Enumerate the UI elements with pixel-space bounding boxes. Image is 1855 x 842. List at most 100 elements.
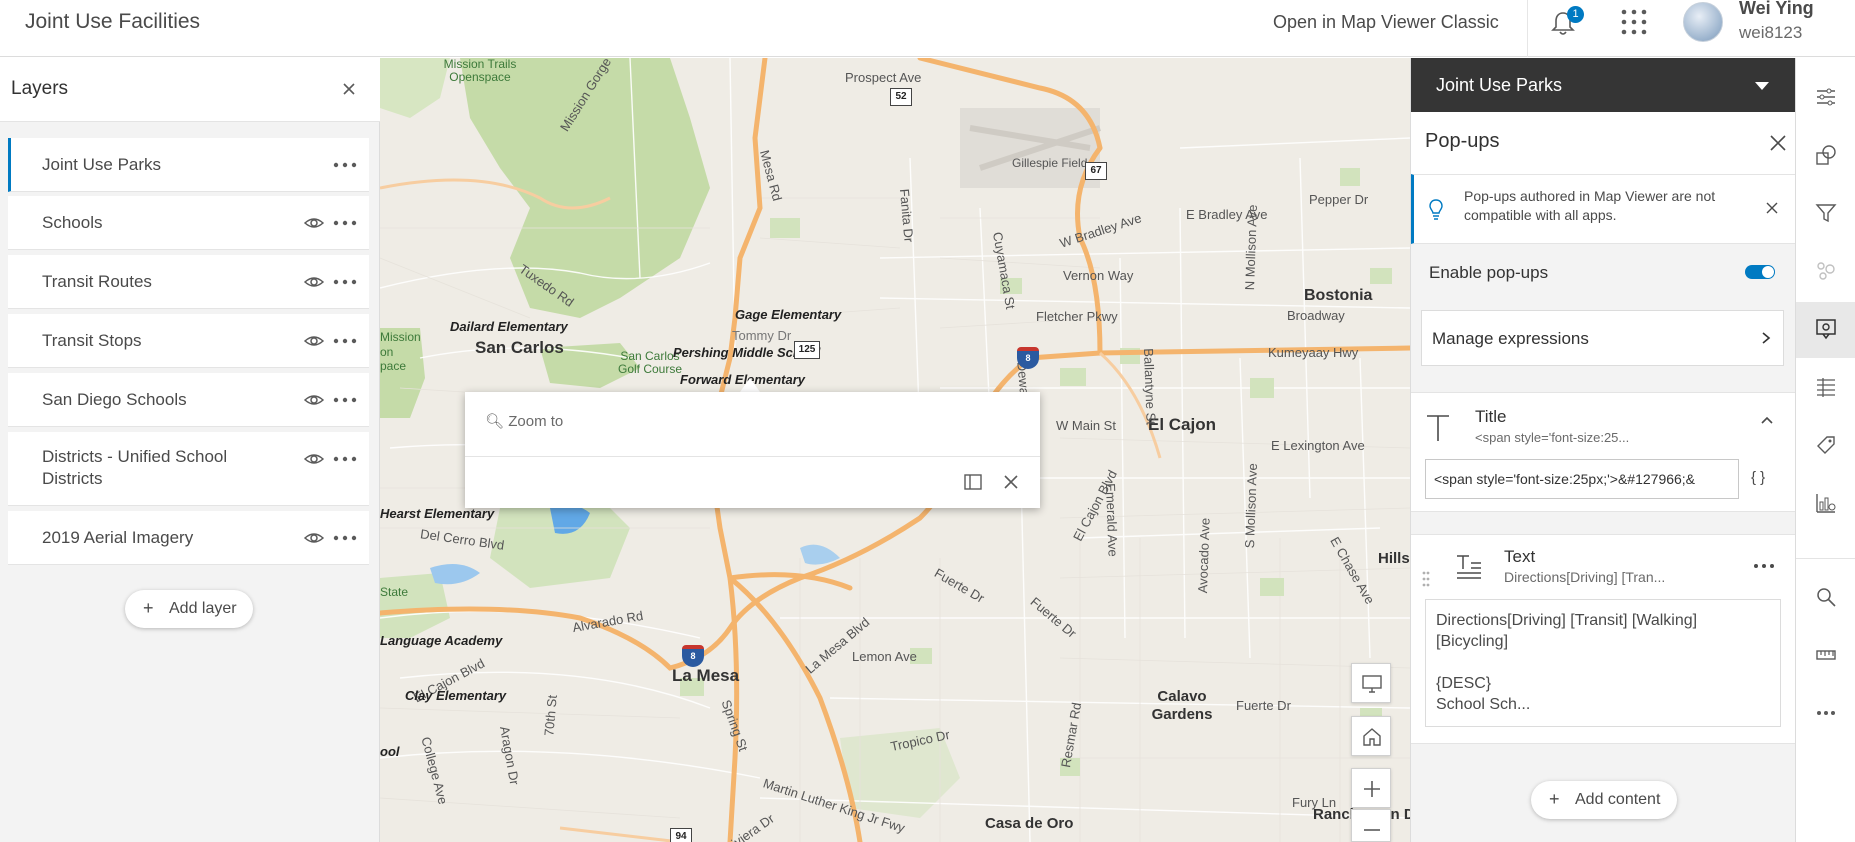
labels-button[interactable] (1796, 418, 1855, 474)
close-icon[interactable] (1765, 201, 1779, 215)
highway-shield: 67 (1085, 162, 1107, 180)
screen-toggle-button[interactable] (1351, 663, 1391, 703)
layer-item-districts[interactable]: Districts - Unified School Districts (8, 432, 369, 506)
text-block-icon (1457, 555, 1481, 579)
charts-button[interactable] (1796, 476, 1855, 532)
user-name: Wei Ying (1739, 0, 1814, 18)
more-tools-button[interactable] (1796, 686, 1855, 742)
highway-shield: 125 (794, 341, 820, 359)
map-label: N Mollison Ave (1242, 204, 1260, 291)
popups-button[interactable] (1796, 302, 1855, 358)
zoom-to-action[interactable]: 🔍︎ Zoom to (485, 412, 563, 430)
text-line: Directions[Driving] [Transit] [Walking] … (1436, 612, 1698, 650)
map-label: Prospect Ave (845, 70, 922, 85)
interstate-shield: 8 (1017, 347, 1039, 369)
eye-icon[interactable] (303, 392, 325, 408)
app-launcher-icon[interactable] (1620, 8, 1648, 36)
app-header: Joint Use Facilities Open in Map Viewer … (0, 0, 1855, 57)
eye-icon[interactable] (303, 451, 325, 467)
map-label: San Carlos (475, 338, 564, 357)
properties-button[interactable] (1796, 70, 1855, 126)
map-label: Vernon Way (1063, 268, 1134, 283)
layer-label: Districts - Unified School Districts (42, 447, 228, 488)
layer-selector-dropdown[interactable]: Joint Use Parks (1411, 58, 1796, 112)
open-classic-link[interactable]: Open in Map Viewer Classic (1273, 12, 1499, 33)
add-layer-button[interactable]: + Add layer (125, 590, 253, 628)
more-options-icon[interactable] (332, 454, 358, 464)
map-label: Calavo Gardens (1151, 688, 1213, 723)
eye-icon[interactable] (303, 215, 325, 231)
home-button[interactable] (1351, 716, 1391, 756)
enable-popups-toggle[interactable] (1745, 265, 1775, 279)
highway-shield: 94 (670, 828, 692, 842)
eye-icon[interactable] (303, 274, 325, 290)
close-icon[interactable] (338, 78, 360, 100)
layer-item-joint-use-parks[interactable]: Joint Use Parks (8, 138, 369, 192)
eye-icon[interactable] (303, 333, 325, 349)
chevron-up-icon[interactable] (1760, 415, 1774, 425)
manage-expressions-button[interactable]: Manage expressions (1421, 310, 1784, 366)
caret-down-icon (1755, 82, 1769, 90)
fields-icon (1817, 378, 1835, 397)
map-label: State (380, 585, 409, 599)
add-content-button[interactable]: + Add content (1531, 781, 1677, 819)
styles-button[interactable] (1796, 128, 1855, 184)
more-options-icon[interactable] (332, 218, 358, 228)
dock-icon[interactable] (964, 474, 982, 490)
measure-button[interactable] (1796, 628, 1855, 684)
user-avatar[interactable] (1683, 2, 1723, 42)
header-divider (1527, 0, 1528, 57)
ruler-icon (1816, 650, 1836, 660)
layer-item-aerial-imagery[interactable]: 2019 Aerial Imagery (8, 511, 369, 565)
layer-item-san-diego-schools[interactable]: San Diego Schools (8, 373, 369, 427)
more-options-icon[interactable] (1753, 562, 1775, 570)
filter-button[interactable] (1796, 186, 1855, 242)
map-label: Mission (380, 330, 421, 344)
layer-label: 2019 Aerial Imagery (42, 528, 194, 547)
notification-badge: 1 (1567, 6, 1584, 23)
zoom-out-button[interactable] (1351, 809, 1391, 842)
highway-shield: 52 (890, 88, 912, 106)
map-viewer-app: Joint Use Facilities Open in Map Viewer … (0, 0, 1855, 842)
popup-config-icon (1816, 319, 1836, 340)
more-options-icon[interactable] (332, 277, 358, 287)
drag-handle-icon[interactable] (1421, 569, 1431, 589)
eye-icon[interactable] (303, 530, 325, 546)
layer-label: Transit Routes (42, 272, 152, 291)
map-label: Casa de Oro (985, 815, 1074, 832)
text-content-editor[interactable]: Directions[Driving] [Transit] [Walking] … (1425, 599, 1781, 727)
close-icon[interactable] (1001, 472, 1021, 492)
more-options-icon[interactable] (332, 160, 358, 170)
more-options-icon[interactable] (332, 533, 358, 543)
layer-item-transit-stops[interactable]: Transit Stops (8, 314, 369, 368)
text-line: School Sch... (1436, 696, 1531, 713)
clustering-button[interactable] (1796, 244, 1855, 300)
map-label: Gillespie Field (1012, 156, 1088, 170)
close-icon[interactable] (1768, 133, 1788, 153)
map-label: Gage Elementary (735, 307, 842, 322)
add-content-label: Add content (1575, 791, 1661, 808)
layer-label: Schools (42, 213, 103, 232)
plus-icon: + (143, 598, 154, 618)
selected-layer-label: Joint Use Parks (1436, 75, 1563, 95)
map-label: pace (380, 359, 407, 373)
insert-field-button[interactable]: { } (1751, 469, 1765, 486)
map-label: Pepper Dr (1309, 192, 1369, 207)
more-options-icon[interactable] (332, 395, 358, 405)
popup-pointer (740, 378, 760, 392)
layer-item-transit-routes[interactable]: Transit Routes (8, 255, 369, 309)
zoom-in-button[interactable] (1351, 768, 1391, 808)
map-label: Hearst Elementary (380, 506, 495, 521)
text-summary: Directions[Driving] [Tran... (1504, 569, 1666, 585)
user-id: wei8123 (1739, 23, 1803, 42)
settings-toolbar (1795, 58, 1855, 842)
search-button[interactable] (1796, 570, 1855, 626)
map-label: Tommy Dr (732, 328, 792, 343)
layers-panel: Layers Joint Use Parks Schools Transit R… (0, 58, 380, 842)
layer-item-schools[interactable]: Schools (8, 196, 369, 250)
title-input[interactable]: <span style='font-size:25px;'>&#127966;& (1425, 459, 1739, 499)
fields-button[interactable] (1796, 360, 1855, 416)
more-options-icon[interactable] (332, 336, 358, 346)
cluster-icon (1817, 262, 1835, 280)
popup-config-panel: Joint Use Parks Pop-ups Pop-ups authored… (1410, 58, 1796, 842)
